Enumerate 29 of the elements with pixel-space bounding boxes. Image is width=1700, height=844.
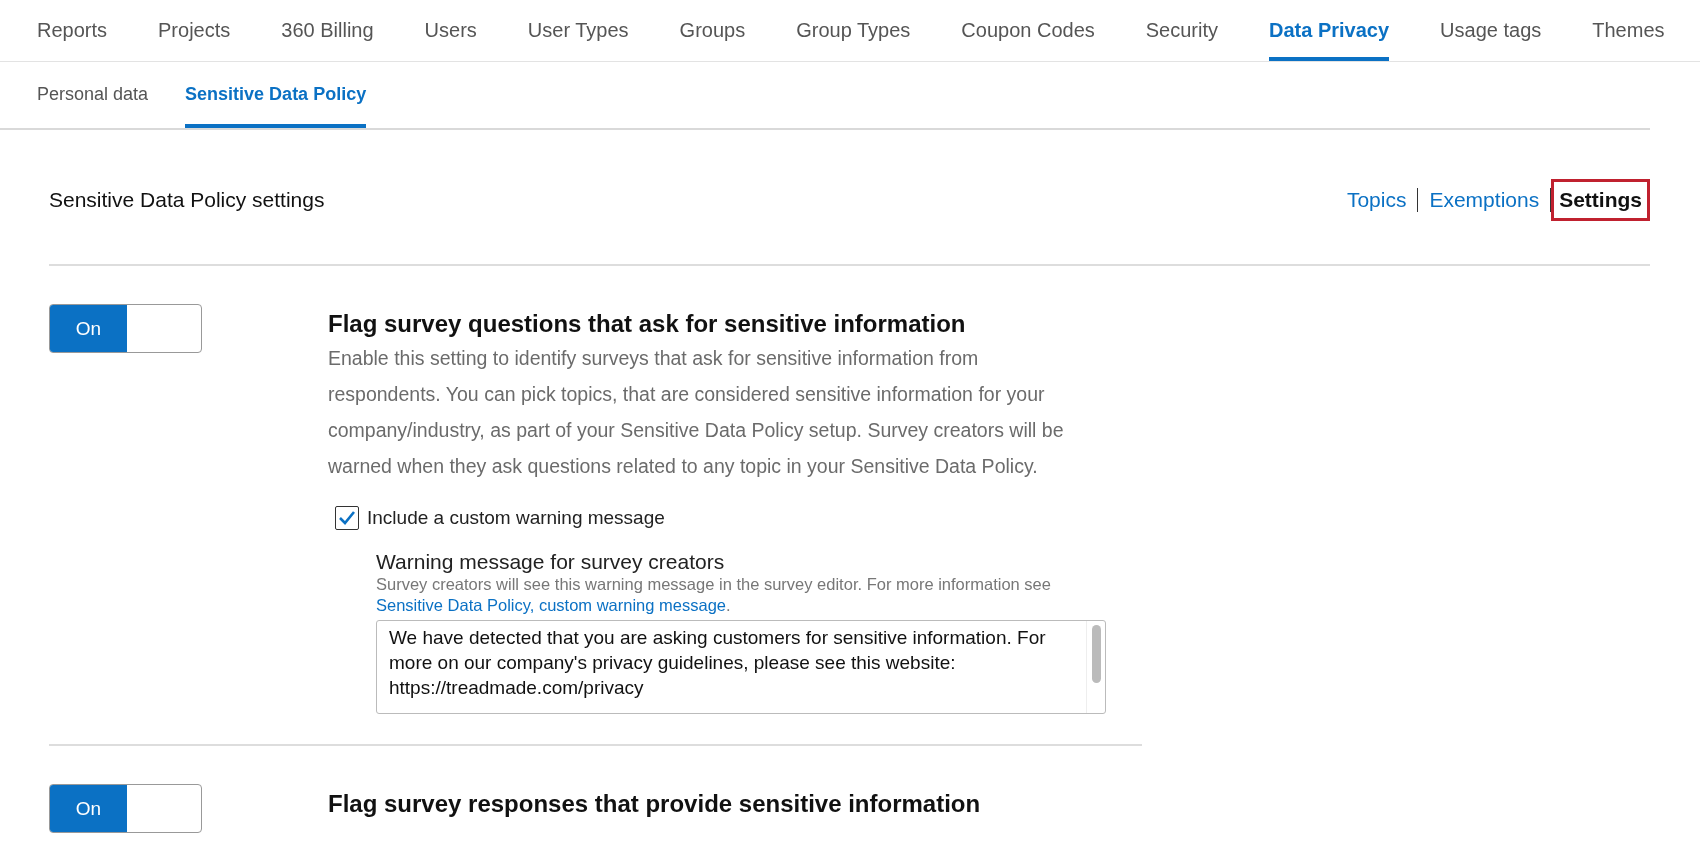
nav-tab[interactable]: Data Privacy bbox=[1269, 0, 1390, 61]
nav-link[interactable]: Topics bbox=[1335, 179, 1418, 221]
nav-tab[interactable]: 360 Billing bbox=[281, 0, 374, 61]
field-label: Warning message for survey creators bbox=[376, 550, 726, 574]
section-title: Sensitive Data Policy settings bbox=[49, 187, 325, 212]
setting-title: Flag survey responses that provide sensitive information bbox=[328, 789, 982, 819]
nav-tab[interactable]: Reports bbox=[37, 0, 108, 61]
nav-tab[interactable]: Coupon Codes bbox=[961, 0, 1095, 61]
sub-tab[interactable]: Personal data bbox=[37, 62, 149, 128]
setting-title: Flag survey questions that ask for sensitive information bbox=[328, 309, 967, 339]
nav-tab[interactable]: Group Types bbox=[796, 0, 911, 61]
help-link[interactable]: Sensitive Data Policy, custom warning message bbox=[376, 596, 726, 614]
nav-tab[interactable]: User Types bbox=[527, 0, 629, 61]
sub-tab[interactable]: Sensitive Data Policy bbox=[185, 62, 367, 128]
message-textarea[interactable]: We have detected that you are asking customers for sensitive information. For more on our company's privacy guidelines, please see this website: https://treadmade.com/privacy bbox=[376, 620, 1106, 714]
nav-tab[interactable]: Groups bbox=[679, 0, 746, 61]
nav-tab[interactable]: Usage tags bbox=[1440, 0, 1542, 61]
nav-link[interactable]: Settings bbox=[1551, 179, 1650, 221]
help-text: Survey creators will see this warning message in the survey editor. For more information see Sensitive Data Policy, custom warning message. bbox=[376, 574, 1052, 616]
nav-tab[interactable]: Projects bbox=[158, 0, 231, 61]
nav-tab[interactable]: Themes bbox=[1592, 0, 1665, 61]
checkbox-label: Include a custom warning message bbox=[367, 507, 665, 529]
setting-description: Enable this setting to identify surveys that ask for sensitive information from respondents. You can pick topics, that are considered sensitive information for your company/industry, as part of your Sensitive Data Policy setup. Survey creators will be warned when they ask questions related to any topic in your Sensitive Data Policy. bbox=[328, 346, 1065, 479]
nav-tab[interactable]: Users bbox=[424, 0, 477, 61]
toggle-switch[interactable]: On bbox=[49, 304, 202, 353]
checkbox[interactable] bbox=[335, 506, 359, 530]
nav-link[interactable]: Exemptions bbox=[1418, 179, 1551, 221]
toggle-switch[interactable]: On bbox=[49, 784, 202, 833]
nav-tab[interactable]: Security bbox=[1145, 0, 1218, 61]
